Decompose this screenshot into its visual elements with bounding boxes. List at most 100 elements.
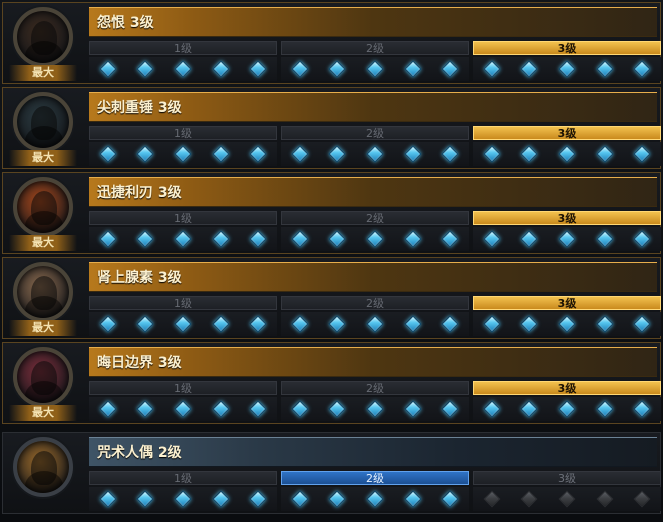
tier-3[interactable]: 3级	[473, 211, 661, 251]
gem-filled-icon	[100, 401, 116, 417]
tier-label: 2级	[281, 41, 469, 55]
gem-filled-icon	[137, 61, 153, 77]
tier-2[interactable]: 2级	[281, 471, 469, 511]
gem-filled-icon	[597, 316, 613, 332]
gem-filled-icon	[137, 401, 153, 417]
tier-3[interactable]: 3级	[473, 126, 661, 166]
gem-filled-icon	[292, 231, 308, 247]
gem-filled-icon	[213, 316, 229, 332]
gem-filled-icon	[442, 316, 458, 332]
gem-filled-icon	[559, 61, 575, 77]
gem-slots	[281, 487, 469, 511]
gem-filled-icon	[597, 401, 613, 417]
gem-filled-icon	[521, 146, 537, 162]
gem-slots	[473, 227, 661, 251]
gem-filled-icon	[634, 61, 650, 77]
gem-filled-icon	[137, 316, 153, 332]
tier-label: 1级	[89, 296, 277, 310]
character-shadow	[25, 41, 63, 63]
tier-3[interactable]: 3级	[473, 41, 661, 81]
tier-2[interactable]: 2级	[281, 296, 469, 336]
skill-title: 怨恨 3级	[89, 7, 657, 37]
max-badge: 最大	[9, 150, 77, 166]
tier-label: 3级	[473, 126, 661, 140]
tier-2[interactable]: 2级	[281, 381, 469, 421]
gem-slots	[281, 142, 469, 166]
gem-filled-icon	[442, 401, 458, 417]
tier-1[interactable]: 1级	[89, 126, 277, 166]
gem-slots	[473, 57, 661, 81]
gem-filled-icon	[442, 231, 458, 247]
gem-filled-icon	[329, 231, 345, 247]
gem-filled-icon	[329, 146, 345, 162]
character-shadow	[25, 471, 63, 493]
gem-filled-icon	[559, 231, 575, 247]
portrait-ring	[13, 262, 73, 322]
tier-1[interactable]: 1级	[89, 471, 277, 511]
max-badge: 最大	[9, 405, 77, 421]
gem-slots	[473, 142, 661, 166]
gem-slots	[473, 487, 661, 511]
gem-filled-icon	[442, 491, 458, 507]
tier-1[interactable]: 1级	[89, 41, 277, 81]
gem-filled-icon	[292, 316, 308, 332]
gem-filled-icon	[250, 316, 266, 332]
skill-portrait[interactable]	[5, 435, 81, 511]
tier-1[interactable]: 1级	[89, 381, 277, 421]
gem-filled-icon	[367, 316, 383, 332]
skill-portrait[interactable]: 最大	[5, 5, 81, 81]
gem-filled-icon	[175, 61, 191, 77]
tier-label: 1级	[89, 211, 277, 225]
tier-3[interactable]: 3级	[473, 296, 661, 336]
gem-filled-icon	[175, 401, 191, 417]
skill-portrait[interactable]: 最大	[5, 260, 81, 336]
gem-filled-icon	[329, 491, 345, 507]
tier-2[interactable]: 2级	[281, 211, 469, 251]
gem-filled-icon	[213, 491, 229, 507]
gem-slots	[89, 397, 277, 421]
tier-label: 2级	[281, 296, 469, 310]
gem-filled-icon	[405, 231, 421, 247]
skill-portrait[interactable]: 最大	[5, 345, 81, 421]
gem-filled-icon	[405, 316, 421, 332]
tier-1[interactable]: 1级	[89, 296, 277, 336]
gem-filled-icon	[213, 146, 229, 162]
skill-portrait[interactable]: 最大	[5, 90, 81, 166]
gem-filled-icon	[292, 61, 308, 77]
gem-filled-icon	[521, 61, 537, 77]
tier-1[interactable]: 1级	[89, 211, 277, 251]
gem-filled-icon	[175, 146, 191, 162]
tier-label: 1级	[89, 471, 277, 485]
upgrade-row[interactable]: 最大 怨恨 3级 1级 2级 3级	[2, 2, 661, 84]
upgrade-row[interactable]: 最大 尖刺重锤 3级 1级 2级 3级	[2, 87, 661, 169]
gem-filled-icon	[100, 61, 116, 77]
gem-filled-icon	[292, 146, 308, 162]
portrait-ring	[13, 347, 73, 407]
gem-filled-icon	[634, 231, 650, 247]
gem-slots	[281, 57, 469, 81]
upgrade-row[interactable]: 咒术人偶 2级 1级 2级 3级	[2, 432, 661, 514]
tier-2[interactable]: 2级	[281, 41, 469, 81]
character-shadow	[25, 381, 63, 403]
upgrade-row[interactable]: 最大 肾上腺素 3级 1级 2级 3级	[2, 257, 661, 339]
gem-filled-icon	[405, 146, 421, 162]
tier-3[interactable]: 3级	[473, 471, 661, 511]
tier-label: 3级	[473, 41, 661, 55]
gem-slots	[281, 312, 469, 336]
gem-filled-icon	[367, 146, 383, 162]
gem-filled-icon	[597, 61, 613, 77]
upgrade-panel: 最大 怨恨 3级 1级 2级 3级 最大 尖刺重锤 3级 1级 2级 3级 最大 迅捷利刃 3级 1级 2…	[0, 0, 663, 522]
gem-slots	[281, 227, 469, 251]
upgrade-row[interactable]: 最大 晦日边界 3级 1级 2级 3级	[2, 342, 661, 424]
upgrade-row[interactable]: 最大 迅捷利刃 3级 1级 2级 3级	[2, 172, 661, 254]
tier-3[interactable]: 3级	[473, 381, 661, 421]
portrait-ring	[13, 177, 73, 237]
gem-filled-icon	[405, 401, 421, 417]
tier-label: 3级	[473, 381, 661, 395]
skill-title: 迅捷利刃 3级	[89, 177, 657, 207]
skill-portrait[interactable]: 最大	[5, 175, 81, 251]
tier-2[interactable]: 2级	[281, 126, 469, 166]
gem-filled-icon	[329, 401, 345, 417]
gem-slots	[281, 397, 469, 421]
gem-filled-icon	[634, 146, 650, 162]
